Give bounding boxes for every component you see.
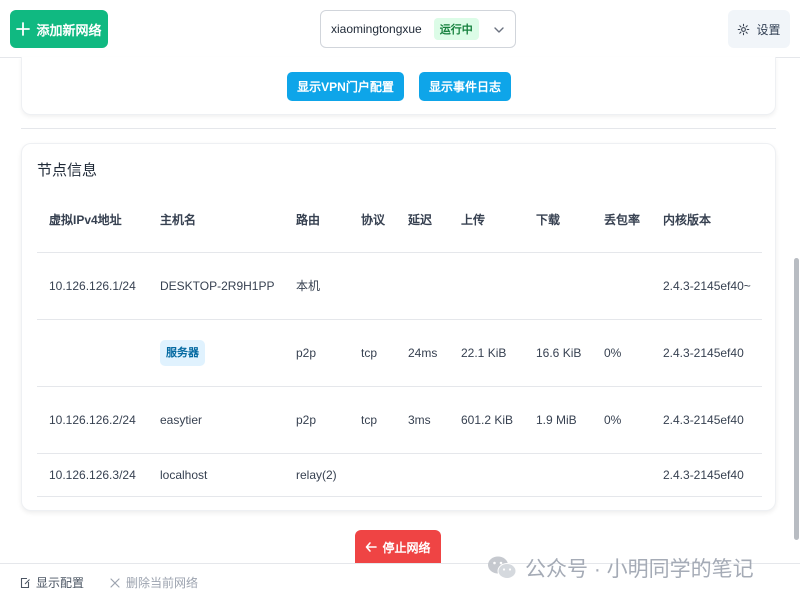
cell-loss [592,252,651,320]
show-config-label: 显示配置 [36,576,85,590]
watermark: 公众号 · 小明同学的笔记 [487,553,754,583]
stop-network-label: 停止网络 [382,540,431,555]
table-header-row: 虚拟IPv4地址 主机名 路由 协议 延迟 上传 下载 丢包率 内核版本 [37,188,762,253]
top-bar: 添加新网络 xiaomingtongxue 运行中 设置 [0,0,800,58]
cell-download [524,252,592,320]
add-network-button[interactable]: 添加新网络 [10,10,108,48]
cell-protocol [349,453,396,497]
cell-latency: 24ms [396,319,449,387]
column-header: 下载 [524,188,592,253]
cell-ip: 10.126.126.2/24 [37,386,148,454]
cell-loss: 0% [592,319,651,387]
cell-loss: 0% [592,386,651,454]
cell-hostname: 服务器 [148,319,284,387]
cell-hostname: localhost [148,453,284,497]
network-name: xiaomingtongxue [331,22,422,36]
cell-download [524,453,592,497]
cell-route: 本机 [284,252,349,320]
cell-latency [396,453,449,497]
show-vpn-portal-button[interactable]: 显示VPN门户配置 [287,72,404,101]
column-header: 上传 [449,188,524,253]
wechat-icon [488,556,517,579]
table-row: 10.126.126.1/24 DESKTOP-2R9H1PP 本机 2.4.3… [37,252,762,320]
cell-upload [449,453,524,497]
cell-route: p2p [284,319,349,387]
node-table: 虚拟IPv4地址 主机名 路由 协议 延迟 上传 下载 丢包率 内核版本 10.… [37,188,762,497]
cell-route: relay(2) [284,453,349,497]
network-select[interactable]: xiaomingtongxue 运行中 [320,10,516,48]
column-header: 主机名 [148,188,284,253]
cell-upload: 22.1 KiB [449,319,524,387]
cell-ip [37,319,148,387]
cell-version: 2.4.3-2145ef40 [651,453,762,497]
cell-download: 16.6 KiB [524,319,592,387]
cell-download: 1.9 MiB [524,386,592,454]
cell-version: 2.4.3-2145ef40 [651,319,762,387]
node-info-title: 节点信息 [37,162,98,179]
cell-latency [396,252,449,320]
close-icon [110,577,120,588]
table-row: 10.126.126.3/24 localhost relay(2) 2.4.3… [37,453,762,497]
gear-icon [738,23,750,35]
section-divider [21,128,776,129]
column-header: 协议 [349,188,396,253]
column-header: 延迟 [396,188,449,253]
column-header: 虚拟IPv4地址 [37,188,148,253]
cell-protocol: tcp [349,386,396,454]
stop-network-button[interactable]: 停止网络 [355,530,441,564]
delete-network-label: 删除当前网络 [126,576,199,590]
settings-button[interactable]: 设置 [728,10,790,48]
chevron-down-icon [494,27,504,33]
cell-hostname: DESKTOP-2R9H1PP [148,252,284,320]
add-network-label: 添加新网络 [36,22,102,38]
edit-file-icon [20,577,30,588]
table-row: 10.126.126.2/24 easytier p2p tcp 3ms 601… [37,386,762,454]
table-row: 服务器 p2p tcp 24ms 22.1 KiB 16.6 KiB 0% 2.… [37,319,762,387]
cell-ip: 10.126.126.3/24 [37,453,148,497]
scrollbar-thumb[interactable] [794,258,799,540]
cell-upload [449,252,524,320]
cell-route: p2p [284,386,349,454]
column-header: 丢包率 [592,188,651,253]
settings-label: 设置 [756,22,781,37]
show-event-log-button[interactable]: 显示事件日志 [419,72,511,101]
cell-latency: 3ms [396,386,449,454]
plus-icon [16,22,31,36]
watermark-text: 公众号 · 小明同学的笔记 [525,558,754,581]
delete-network-button[interactable]: 删除当前网络 [109,574,198,591]
cell-loss [592,453,651,497]
cell-upload: 601.2 KiB [449,386,524,454]
network-actions-card: 显示VPN门户配置 显示事件日志 [21,57,776,115]
cell-ip: 10.126.126.1/24 [37,252,148,320]
show-config-button[interactable]: 显示配置 [19,574,84,591]
status-badge: 运行中 [433,18,479,40]
column-header: 内核版本 [651,188,762,253]
cell-version: 2.4.3-2145ef40 [651,386,762,454]
cell-version: 2.4.3-2145ef40~ [651,252,762,320]
arrow-left-icon [366,542,378,552]
column-header: 路由 [284,188,349,253]
server-tag: 服务器 [160,339,205,366]
node-info-card: 节点信息 虚拟IPv4地址 主机名 路由 协议 延迟 上传 下载 丢包率 内核版… [21,143,776,511]
cell-protocol: tcp [349,319,396,387]
cell-protocol [349,252,396,320]
cell-hostname: easytier [148,386,284,454]
